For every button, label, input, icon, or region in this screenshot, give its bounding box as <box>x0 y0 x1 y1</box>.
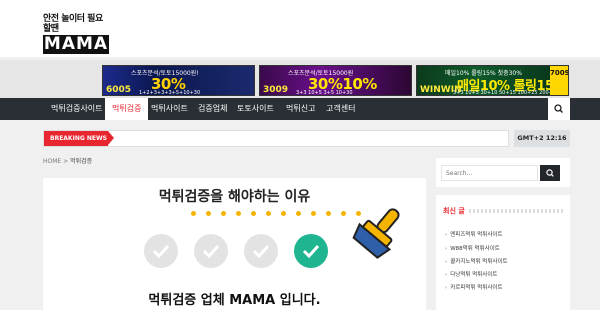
check-icon <box>202 244 220 259</box>
ad-2-details: 3+3 10+5 3+5 10+30 <box>296 90 353 96</box>
title-divider <box>469 209 563 213</box>
ad-3-details: 3+3 10+5 30+10 50+15 100+25 200+50 <box>453 90 560 96</box>
main-article-card: 먹튀검증을 해야하는 이유 먹튀검증 업체 MAMA 입니다. <box>43 178 426 310</box>
sidebar-search-button[interactable] <box>540 165 560 181</box>
nav-search-button[interactable] <box>548 98 570 120</box>
nav-item-toto-site[interactable]: 토토사이트 <box>237 98 274 120</box>
ad-1-details: 1+2+3+3+3+5+10+30 <box>139 90 201 96</box>
stamp-icon <box>352 208 400 259</box>
dot <box>191 211 196 216</box>
nav-item-verified-companies[interactable]: 검증업체 <box>198 98 227 120</box>
ad-1-code: 6005 <box>106 85 132 95</box>
recent-posts-widget: 최신 글 엔피즈먹튀 먹튀사이트 W88먹튀 먹튀사이트 콜카지노먹튀 먹튀사이… <box>436 195 570 310</box>
recent-post-link[interactable]: 다낭먹튀 먹튀사이트 <box>445 270 497 278</box>
check-circle-4-active <box>294 234 328 268</box>
dot <box>266 211 271 216</box>
logo-name: MAMA <box>43 34 109 54</box>
search-icon <box>554 104 563 113</box>
main-nav: 먹튀검증사이트 먹튀검증 먹튀사이트 검증업체 토토사이트 먹튀신고 고객센터 <box>0 98 600 120</box>
nav-item-mukti-verify-site[interactable]: 먹튀검증사이트 <box>51 98 103 120</box>
dot <box>281 211 286 216</box>
dot <box>326 211 331 216</box>
check-icon <box>302 244 320 259</box>
breadcrumb-separator: > <box>63 158 69 165</box>
recent-post-link[interactable]: W88먹튀 먹튀사이트 <box>445 244 500 252</box>
banner-strip: 스포츠분석/토토15000원! 30% 6005 1+2+3+3+3+5+10+… <box>0 60 600 98</box>
breaking-news-bar: BREAKING NEWS <box>43 130 509 147</box>
breadcrumb-home[interactable]: HOME <box>43 158 61 165</box>
dot <box>251 211 256 216</box>
recent-posts-title: 최신 글 <box>443 207 465 215</box>
nav-item-support[interactable]: 고객센터 <box>326 98 355 120</box>
sidebar-search-input[interactable] <box>441 165 538 181</box>
recent-post-link[interactable]: 콜카지노먹튀 먹튀사이트 <box>445 257 507 265</box>
clock: GMT+2 12:16 <box>514 130 570 147</box>
dot <box>236 211 241 216</box>
recent-post-link[interactable]: 엔피즈먹튀 먹튀사이트 <box>445 230 502 238</box>
dot <box>341 211 346 216</box>
ad-banner-3[interactable]: 매일10% 롤링15% 첫충30% 매일10% 롤링15% WINWIN 3+3… <box>416 65 569 96</box>
search-icon <box>546 169 554 177</box>
site-logo[interactable]: 안전 놀이터 필요할땐 MAMA <box>43 14 109 54</box>
check-icon <box>252 244 270 259</box>
dot <box>296 211 301 216</box>
article-subtitle: 먹튀검증 업체 MAMA 입니다. <box>148 293 321 308</box>
ad-banner-1[interactable]: 스포츠분석/토토15000원! 30% 6005 1+2+3+3+3+5+10+… <box>102 65 255 96</box>
check-circle-1 <box>144 234 178 268</box>
site-header: 안전 놀이터 필요할땐 MAMA <box>0 0 600 57</box>
sidebar-search-widget <box>436 158 570 187</box>
check-circle-3 <box>244 234 278 268</box>
breaking-news-label: BREAKING NEWS <box>44 131 114 146</box>
breadcrumb: HOME > 먹튀검증 <box>43 156 92 165</box>
dot <box>221 211 226 216</box>
ad-banner-2[interactable]: 스포츠분석/토토15000원 30%10% 3009 3+3 10+5 3+5 … <box>259 65 412 96</box>
check-circle-2 <box>194 234 228 268</box>
check-icon <box>152 244 170 259</box>
dot <box>206 211 211 216</box>
nav-item-mukti-verify[interactable]: 먹튀검증 <box>105 98 149 120</box>
dot <box>311 211 316 216</box>
logo-tagline: 안전 놀이터 필요할땐 <box>43 14 103 34</box>
nav-item-report[interactable]: 먹튀신고 <box>286 98 315 120</box>
ad-3-side-code: 7009 <box>550 66 568 95</box>
breadcrumb-current: 먹튀검증 <box>70 158 93 165</box>
ad-2-code: 3009 <box>263 85 289 95</box>
nav-item-mukti-site[interactable]: 먹튀사이트 <box>151 98 188 120</box>
recent-post-link[interactable]: 카르피먹튀 먹튀사이트 <box>445 283 502 291</box>
